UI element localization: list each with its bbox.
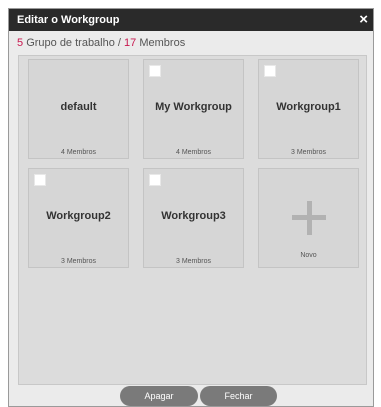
workgroup-name: My Workgroup <box>155 101 232 113</box>
group-count: 5 <box>17 37 24 49</box>
member-label: Membros <box>139 37 186 49</box>
plus-icon <box>292 201 326 235</box>
workgroup-card-workgroup2[interactable]: Workgroup2 3 Membros <box>28 168 129 268</box>
edit-workgroup-dialog: Editar o Workgroup × 5 Grupo de trabalho… <box>8 8 374 407</box>
dialog-titlebar: Editar o Workgroup × <box>9 9 373 31</box>
workgroup-checkbox[interactable] <box>34 174 46 186</box>
workgroup-checkbox[interactable] <box>149 174 161 186</box>
workgroup-checkbox[interactable] <box>149 65 161 77</box>
workgroup-member-count: 3 Membros <box>290 149 326 156</box>
dialog-title: Editar o Workgroup <box>17 14 120 26</box>
delete-button[interactable]: Apagar <box>120 386 198 406</box>
workgroup-card-my-workgroup[interactable]: My Workgroup 4 Membros <box>143 59 244 159</box>
workgroup-summary: 5 Grupo de trabalho / 17 Membros <box>17 37 185 49</box>
workgroup-member-count: 3 Membros <box>175 258 211 265</box>
workgroup-name: Workgroup3 <box>161 210 226 222</box>
workgroup-checkbox[interactable] <box>264 65 276 77</box>
workgroup-name: Workgroup1 <box>276 101 341 113</box>
new-workgroup-card[interactable]: Novo <box>258 168 359 268</box>
close-icon[interactable]: × <box>359 11 368 28</box>
workgroup-grid: default 4 Membros My Workgroup 4 Membros… <box>18 55 367 385</box>
workgroup-card-default[interactable]: default 4 Membros <box>28 59 129 159</box>
workgroup-card-workgroup3[interactable]: Workgroup3 3 Membros <box>143 168 244 268</box>
group-label: Grupo de trabalho / <box>26 37 121 49</box>
close-button[interactable]: Fechar <box>200 386 277 406</box>
member-count: 17 <box>124 37 137 49</box>
new-workgroup-label: Novo <box>300 252 317 259</box>
workgroup-member-count: 4 Membros <box>175 149 211 156</box>
workgroup-card-workgroup1[interactable]: Workgroup1 3 Membros <box>258 59 359 159</box>
workgroup-name: Workgroup2 <box>46 210 111 222</box>
workgroup-member-count: 4 Membros <box>60 149 96 156</box>
workgroup-name: default <box>60 101 97 113</box>
workgroup-member-count: 3 Membros <box>60 258 96 265</box>
